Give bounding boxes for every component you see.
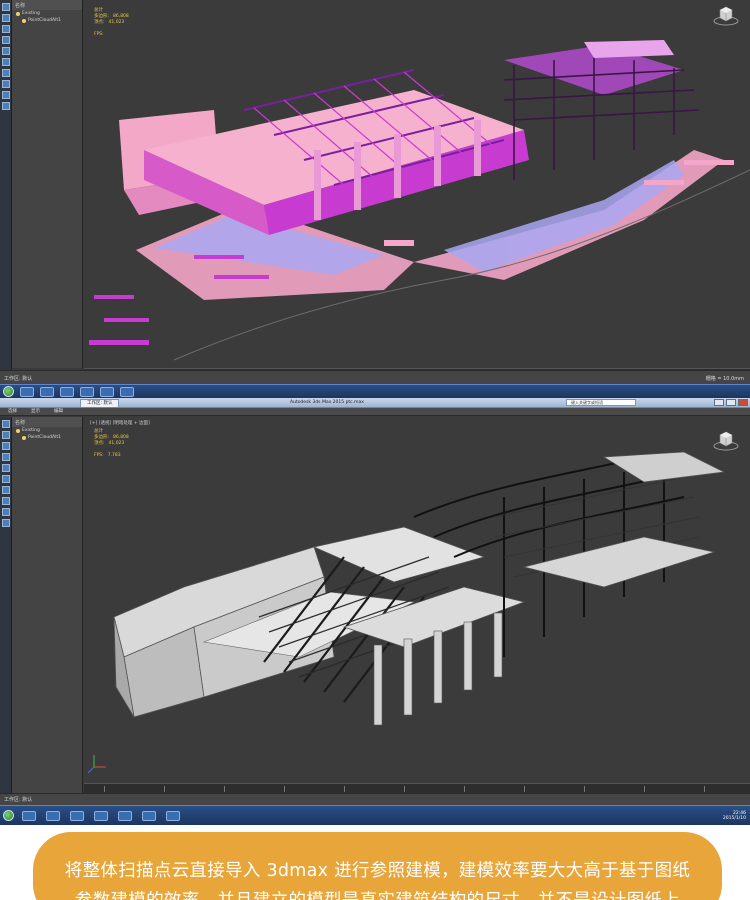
search-input[interactable]: 键入关键字或短语 (566, 399, 636, 406)
minimize-button[interactable] (714, 399, 724, 406)
camera-tool-icon[interactable] (2, 475, 10, 483)
tree-item-existing[interactable]: Existing (12, 427, 82, 434)
select-tool-icon[interactable] (2, 3, 10, 11)
geometry-tool-icon[interactable] (2, 497, 10, 505)
taskbar-app-icon[interactable] (20, 387, 34, 397)
tree-item-existing[interactable]: Existing (12, 10, 82, 17)
pointcloud-screenshot: 名称 Existing PointCloudAlt1 总计 多边形: 86,808… (0, 0, 750, 398)
explorer-column-name[interactable]: 名称 (15, 419, 25, 426)
workspace-label[interactable]: 工作区: 默认 (4, 375, 32, 382)
tree-item-label: PointCloudAlt1 (28, 18, 61, 23)
system-tray-clock[interactable]: 22:46 2015/1/10 (723, 811, 746, 821)
object-icon (16, 428, 20, 433)
workspace-tab[interactable]: 工作区: 默认 (80, 399, 120, 407)
window-titlebar: 工作区: 默认 Autodesk 3ds Max 2015 ptc.max 键入… (0, 398, 750, 408)
rotate-tool-icon[interactable] (2, 442, 10, 450)
move-tool-icon[interactable] (2, 14, 10, 22)
scale-tool-icon[interactable] (2, 36, 10, 44)
status-bar: 工作区: 默认 (0, 793, 750, 805)
taskbar-app-icon[interactable] (80, 387, 94, 397)
start-button[interactable] (3, 386, 14, 397)
taskbar-app-icon[interactable] (70, 811, 84, 821)
light-tool-icon[interactable] (2, 69, 10, 77)
tree-item-pointcloud[interactable]: PointCloudAlt1 (12, 434, 82, 441)
taskbar-app-icon[interactable] (94, 811, 108, 821)
taskbar-app-icon[interactable] (166, 811, 180, 821)
close-button[interactable] (738, 399, 748, 406)
explorer-column-name[interactable]: 名称 (15, 2, 25, 9)
camera-tool-icon[interactable] (2, 58, 10, 66)
pointcloud-model (89, 40, 750, 361)
taskbar-app-icon[interactable] (120, 387, 134, 397)
taskbar-app-icon[interactable] (118, 811, 132, 821)
left-toolbar (0, 417, 12, 807)
shape-tool-icon[interactable] (2, 508, 10, 516)
taskbar-app-icon[interactable] (142, 811, 156, 821)
taskbar-app-icon[interactable] (40, 387, 54, 397)
menu-select[interactable]: 选择 (8, 408, 17, 415)
pointcloud-icon (22, 435, 26, 440)
light-tool-icon[interactable] (2, 486, 10, 494)
link-tool-icon[interactable] (2, 464, 10, 472)
windows-taskbar: 22:46 2015/1/10 (0, 805, 750, 825)
helper-tool-icon[interactable] (2, 102, 10, 110)
geometry-tool-icon[interactable] (2, 80, 10, 88)
select-tool-icon[interactable] (2, 420, 10, 428)
menu-edit[interactable]: 编辑 (54, 408, 63, 415)
taskbar-app-icon[interactable] (46, 811, 60, 821)
helper-tool-icon[interactable] (2, 519, 10, 527)
perspective-viewport[interactable]: [+] [透视] [明暗处理 + 边面] 总计 多边形: 86,808 顶点: 41… (84, 417, 750, 783)
scene-explorer: 名称 Existing PointCloudAlt1 (12, 0, 83, 368)
building-model (87, 451, 726, 774)
caption-box: 将整体扫描点云直接导入 3dmax 进行参照建模，建模效率要大大高于基于图纸参数… (33, 832, 722, 900)
explorer-header: 名称 (12, 0, 82, 10)
tree-item-pointcloud[interactable]: PointCloudAlt1 (12, 17, 82, 24)
tree-item-label: PointCloudAlt1 (28, 435, 61, 440)
model-screenshot: 工作区: 默认 Autodesk 3ds Max 2015 ptc.max 键入… (0, 398, 750, 825)
tree-item-label: Existing (22, 11, 40, 16)
left-toolbar (0, 0, 12, 380)
menu-bar: 选择 显示 编辑 (0, 408, 750, 416)
scene-explorer: 名称 Existing PointCloudAlt1 (12, 417, 83, 795)
workspace-label[interactable]: 工作区: 默认 (4, 796, 32, 803)
start-button[interactable] (3, 810, 14, 821)
taskbar-app-icon[interactable] (22, 811, 36, 821)
explorer-header: 名称 (12, 417, 82, 427)
rotate-tool-icon[interactable] (2, 25, 10, 33)
move-tool-icon[interactable] (2, 431, 10, 439)
taskbar-app-icon[interactable] (60, 387, 74, 397)
link-tool-icon[interactable] (2, 47, 10, 55)
windows-taskbar (0, 384, 750, 398)
menu-display[interactable]: 显示 (31, 408, 40, 415)
perspective-viewport[interactable]: 总计 多边形: 86,808 顶点: 41,023 FPS: (84, 0, 750, 368)
scale-tool-icon[interactable] (2, 453, 10, 461)
tray-date: 2015/1/10 (722, 816, 746, 821)
tree-item-label: Existing (22, 428, 40, 433)
maximize-button[interactable] (726, 399, 736, 406)
status-bar: 工作区: 默认 栅格 = 10.0mm (0, 370, 750, 384)
object-icon (16, 11, 20, 16)
grid-readout: 栅格 = 10.0mm (705, 376, 744, 382)
shape-tool-icon[interactable] (2, 91, 10, 99)
pointcloud-icon (22, 18, 26, 23)
window-title: Autodesk 3ds Max 2015 ptc.max (290, 400, 364, 405)
taskbar-app-icon[interactable] (100, 387, 114, 397)
caption-text: 将整体扫描点云直接导入 3dmax 进行参照建模，建模效率要大大高于基于图纸参数… (64, 861, 691, 900)
timeline-slider[interactable] (84, 783, 750, 793)
page: 名称 Existing PointCloudAlt1 总计 多边形: 86,808… (0, 0, 750, 900)
caption-section: 将整体扫描点云直接导入 3dmax 进行参照建模，建模效率要大大高于基于图纸参数… (0, 825, 750, 900)
